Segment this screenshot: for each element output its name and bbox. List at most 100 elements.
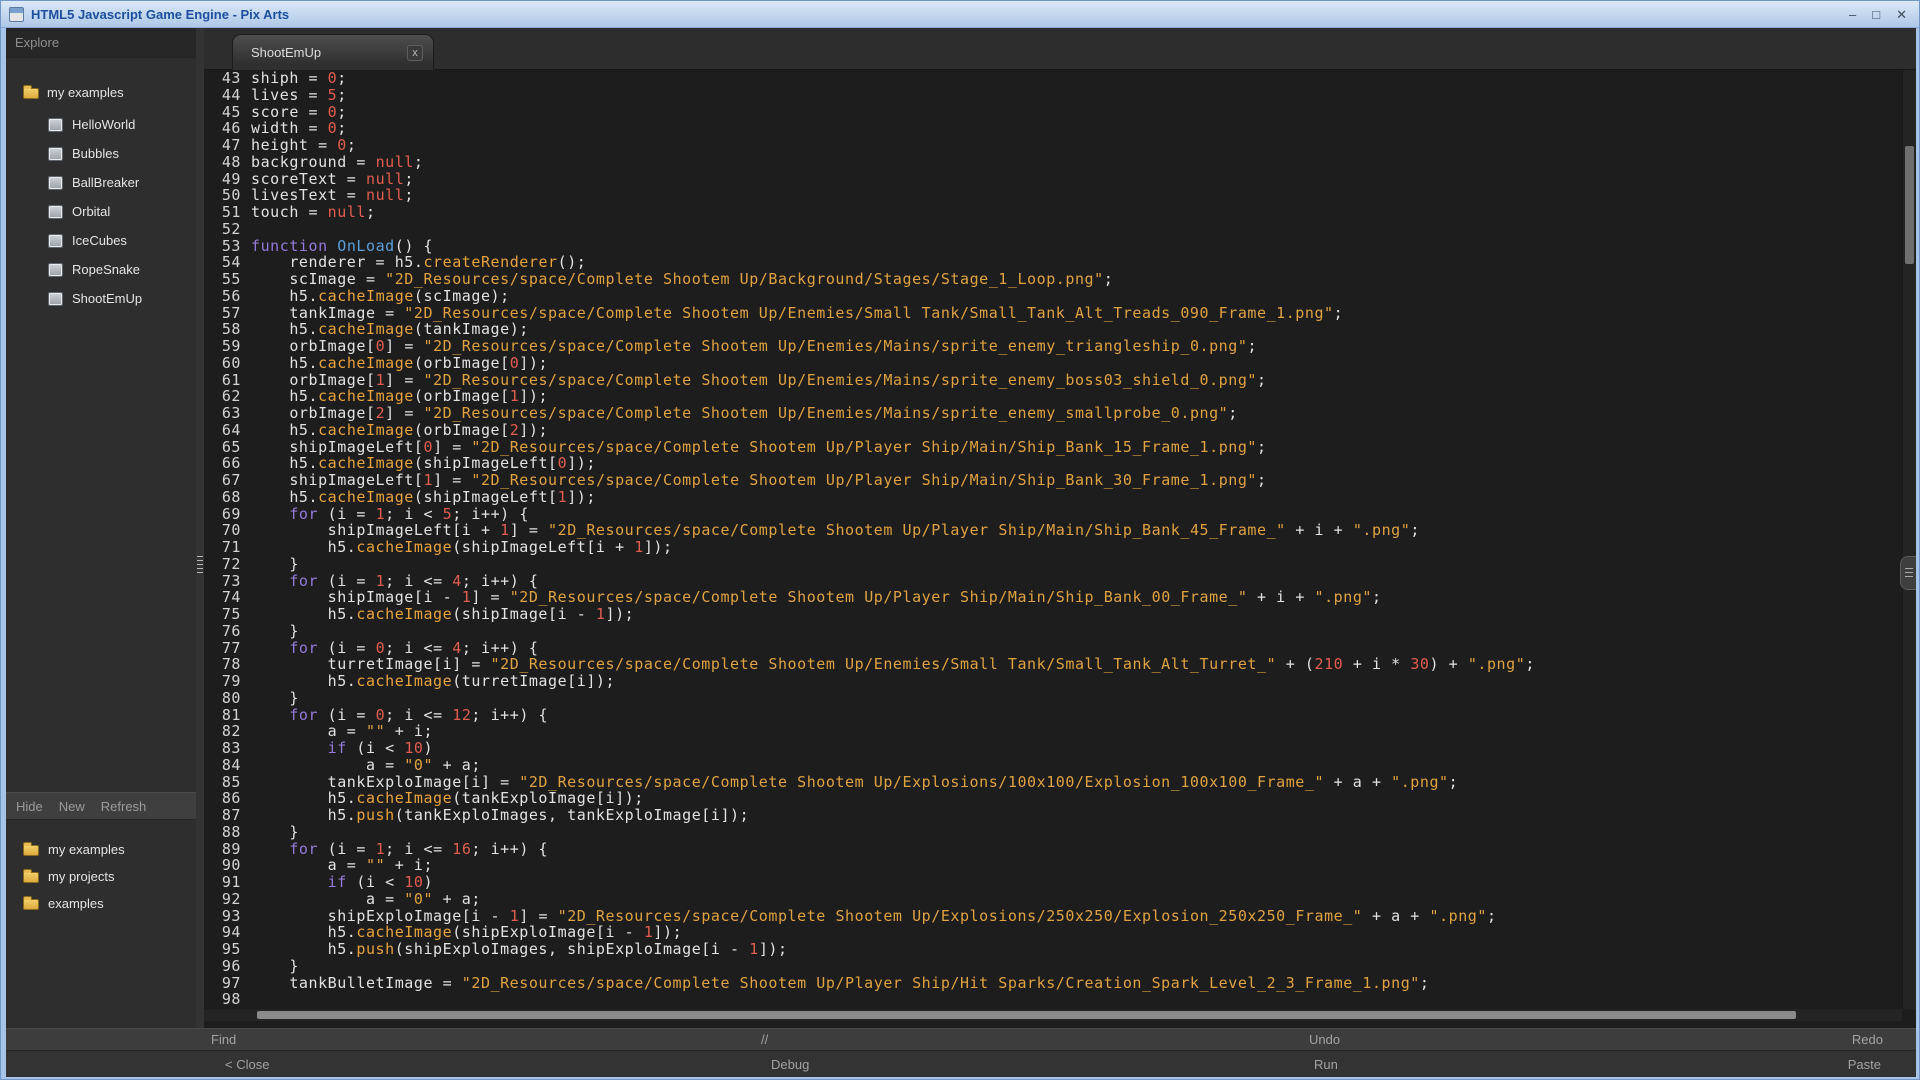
horizontal-scrollbar-thumb[interactable] xyxy=(257,1011,1796,1019)
sidebar-item-helloworld[interactable]: HelloWorld xyxy=(6,110,196,139)
code-token: h5. xyxy=(251,923,356,941)
folder-label: my examples xyxy=(48,842,125,857)
code-token: null xyxy=(366,170,404,188)
tab-shootemup[interactable]: ShootEmUp x xyxy=(232,34,434,70)
paste-button[interactable]: Paste xyxy=(1848,1051,1881,1078)
line-text: shipImageLeft[i + 1] = "2D_Resources/spa… xyxy=(251,522,1420,539)
minimize-button[interactable]: – xyxy=(1849,1,1856,28)
code-line: 70 shipImageLeft[i + 1] = "2D_Resources/… xyxy=(204,522,1902,539)
sidebar-item-ropesnake[interactable]: RopeSnake xyxy=(6,255,196,284)
sidebar-item-bubbles[interactable]: Bubbles xyxy=(6,139,196,168)
line-text: h5.push(shipExploImages, shipExploImage[… xyxy=(251,941,788,958)
sidebar-item-ballbreaker[interactable]: BallBreaker xyxy=(6,168,196,197)
code-line: 94 h5.cacheImage(shipExploImage[i - 1]); xyxy=(204,924,1902,941)
line-text: if (i < 10) xyxy=(251,874,433,891)
sidebar-item-orbital[interactable]: Orbital xyxy=(6,197,196,226)
sidebar-splitter[interactable] xyxy=(196,28,204,1028)
code-line: 48background = null; xyxy=(204,154,1902,171)
code-token: for xyxy=(289,505,318,523)
code-token: 1 xyxy=(644,923,654,941)
code-token: for xyxy=(289,572,318,590)
code-token: ; xyxy=(337,70,347,87)
debug-button[interactable]: Debug xyxy=(771,1051,809,1078)
code-token: (i = xyxy=(318,706,376,724)
code-line: 52 xyxy=(204,221,1902,238)
code-token: ]); xyxy=(519,387,548,405)
line-number: 70 xyxy=(204,522,251,539)
refresh-button[interactable]: Refresh xyxy=(101,799,147,814)
line-number: 79 xyxy=(204,673,251,690)
maximize-button[interactable]: □ xyxy=(1872,1,1880,28)
code-token: cacheImage xyxy=(318,354,414,372)
line-number: 76 xyxy=(204,623,251,640)
grip-lines-icon xyxy=(1905,568,1913,579)
code-token: } xyxy=(251,622,299,640)
code-token: "2D_Resources/space/Complete Shootem Up/… xyxy=(423,404,1228,422)
line-text: } xyxy=(251,556,299,573)
code-token: (orbImage[ xyxy=(414,354,510,372)
code-token: h5. xyxy=(251,538,356,556)
code-token xyxy=(251,739,328,757)
code-line: 71 h5.cacheImage(shipImageLeft[i + 1]); xyxy=(204,539,1902,556)
code-token: ; xyxy=(404,170,414,188)
tree-root-my-examples[interactable]: my examples xyxy=(6,78,196,106)
vertical-scrollbar-thumb[interactable] xyxy=(1905,146,1914,264)
code-token: scoreText = xyxy=(251,170,366,188)
code-token: push xyxy=(356,940,394,958)
code-editor[interactable]: 43shiph = 0;44lives = 5;45score = 0;46wi… xyxy=(204,70,1902,1009)
undo-button[interactable]: Undo xyxy=(1309,1029,1340,1050)
line-text: h5.cacheImage(orbImage[2]); xyxy=(251,422,548,439)
horizontal-scrollbar[interactable] xyxy=(204,1009,1902,1021)
close-window-button[interactable]: ✕ xyxy=(1896,1,1907,28)
line-number: 94 xyxy=(204,924,251,941)
line-number: 50 xyxy=(204,187,251,204)
code-token: ; xyxy=(1525,655,1535,673)
code-token: 0 xyxy=(328,119,338,137)
line-text: renderer = h5.createRenderer(); xyxy=(251,254,586,271)
sidebar-item-icecubes[interactable]: IceCubes xyxy=(6,226,196,255)
sidebar-item-shootemup[interactable]: ShootEmUp xyxy=(6,284,196,313)
code-token: cacheImage xyxy=(318,387,414,405)
code-token: + a + xyxy=(1362,907,1429,925)
vertical-scrollbar[interactable] xyxy=(1902,70,1916,1009)
code-token: "2D_Resources/space/Complete Shootem Up/… xyxy=(385,270,1104,288)
run-button[interactable]: Run xyxy=(1314,1051,1338,1078)
code-line: 44lives = 5; xyxy=(204,87,1902,104)
line-number: 62 xyxy=(204,388,251,405)
code-token: 0 xyxy=(423,438,433,456)
hide-button[interactable]: Hide xyxy=(16,799,43,814)
line-text: h5.cacheImage(scImage); xyxy=(251,288,510,305)
tab-close-icon[interactable]: x xyxy=(407,45,423,61)
code-token: (shipExploImages, shipExploImage[i - xyxy=(395,940,750,958)
example-thumbnail-icon xyxy=(48,234,63,248)
code-token: ; xyxy=(1410,521,1420,539)
code-token: (shipImage[i - xyxy=(452,605,596,623)
line-text: for (i = 0; i <= 4; i++) { xyxy=(251,640,539,657)
line-number: 89 xyxy=(204,841,251,858)
code-line: 65 shipImageLeft[0] = "2D_Resources/spac… xyxy=(204,439,1902,456)
close-file-button[interactable]: < Close xyxy=(225,1051,269,1078)
code-token: ; xyxy=(1257,438,1267,456)
folder-item-examples[interactable]: examples xyxy=(6,890,196,917)
comment-button[interactable]: // xyxy=(761,1029,768,1050)
find-button[interactable]: Find xyxy=(211,1029,236,1050)
window-title: HTML5 Javascript Game Engine - Pix Arts xyxy=(31,7,289,22)
code-line: 50livesText = null; xyxy=(204,187,1902,204)
code-token: orbImage[ xyxy=(251,337,376,355)
code-token: ; xyxy=(1449,773,1459,791)
code-token: 1 xyxy=(500,521,510,539)
new-button[interactable]: New xyxy=(59,799,85,814)
redo-button[interactable]: Redo xyxy=(1852,1029,1883,1050)
code-token: "0" xyxy=(404,756,433,774)
code-token: (i = xyxy=(318,639,376,657)
folder-item-my-projects[interactable]: my projects xyxy=(6,863,196,890)
line-number: 66 xyxy=(204,455,251,472)
code-line: 55 scImage = "2D_Resources/space/Complet… xyxy=(204,271,1902,288)
line-text: shipImage[i - 1] = "2D_Resources/space/C… xyxy=(251,589,1382,606)
code-token: "2D_Resources/space/Complete Shootem Up/… xyxy=(548,521,1286,539)
right-panel-handle[interactable] xyxy=(1900,556,1916,590)
code-token: renderer = h5. xyxy=(251,253,423,271)
code-token: (i < xyxy=(347,739,405,757)
folder-item-my-examples[interactable]: my examples xyxy=(6,836,196,863)
code-line: 86 h5.cacheImage(tankExploImage[i]); xyxy=(204,790,1902,807)
